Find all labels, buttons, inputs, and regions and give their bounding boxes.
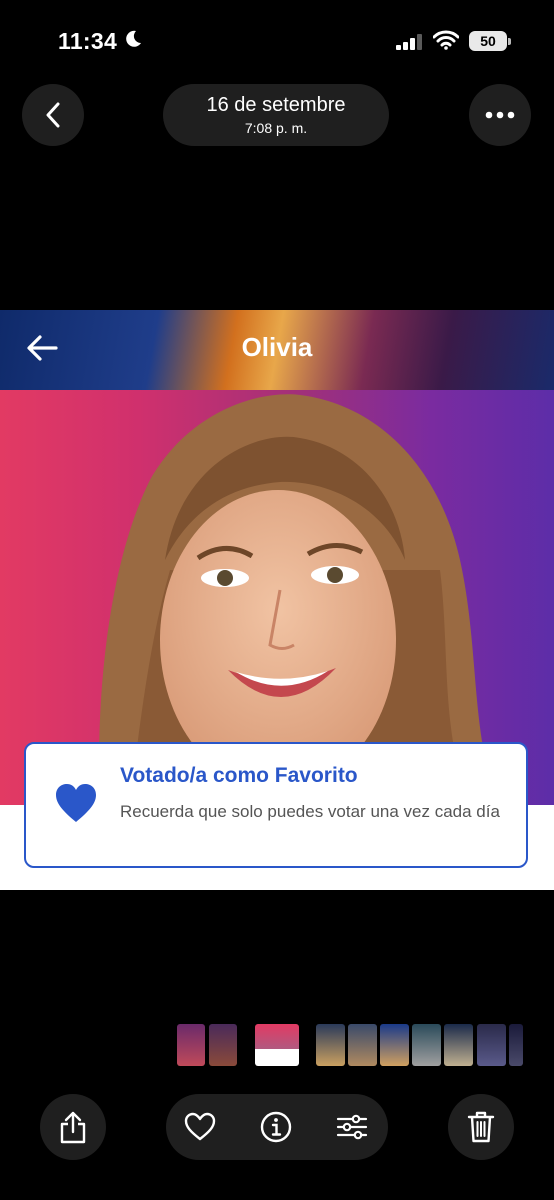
battery-tip xyxy=(508,38,511,45)
more-icon xyxy=(485,111,515,119)
more-button[interactable] xyxy=(469,84,531,146)
share-button[interactable] xyxy=(40,1094,106,1160)
back-chevron-icon xyxy=(46,102,60,128)
adjustments-icon[interactable] xyxy=(336,1111,368,1143)
thumbnail[interactable] xyxy=(177,1024,205,1066)
moon-icon xyxy=(126,30,141,47)
thumbnail-current[interactable] xyxy=(255,1024,299,1066)
contestant-name: Olivia xyxy=(241,332,313,362)
thumbnail[interactable] xyxy=(348,1024,377,1066)
thumbnail[interactable] xyxy=(316,1024,345,1066)
app-header-banner: Olivia xyxy=(0,310,554,390)
heart-outline-icon[interactable] xyxy=(184,1111,216,1143)
thumbnail[interactable] xyxy=(412,1024,441,1066)
thumbnail[interactable] xyxy=(509,1024,523,1066)
share-icon xyxy=(60,1111,86,1144)
wifi-icon xyxy=(433,30,459,50)
back-button[interactable] xyxy=(22,84,84,146)
vote-message: Recuerda que solo puedes votar una vez c… xyxy=(120,802,500,821)
trash-icon xyxy=(467,1111,495,1143)
heart-filled-icon xyxy=(56,784,96,822)
photo-time: 7:08 p. m. xyxy=(244,120,308,136)
thumbnail[interactable] xyxy=(209,1024,237,1066)
thumbnail[interactable] xyxy=(380,1024,409,1066)
vote-title: Votado/a como Favorito xyxy=(120,764,358,787)
delete-button[interactable] xyxy=(448,1094,514,1160)
thumbnail[interactable] xyxy=(444,1024,473,1066)
info-icon[interactable] xyxy=(260,1111,292,1143)
photo-date: 16 de setembre xyxy=(206,94,346,116)
photo-date-pill[interactable]: 16 de setembre 7:08 p. m. xyxy=(163,84,389,146)
battery-level: 50 xyxy=(469,31,507,51)
vote-confirmation-card: Votado/a como Favorito Recuerda que solo… xyxy=(24,742,528,868)
cell-signal-icon xyxy=(396,34,422,50)
thumbnail[interactable] xyxy=(477,1024,506,1066)
photo-toolbar xyxy=(166,1094,388,1160)
status-time: 11:34 xyxy=(58,28,118,54)
